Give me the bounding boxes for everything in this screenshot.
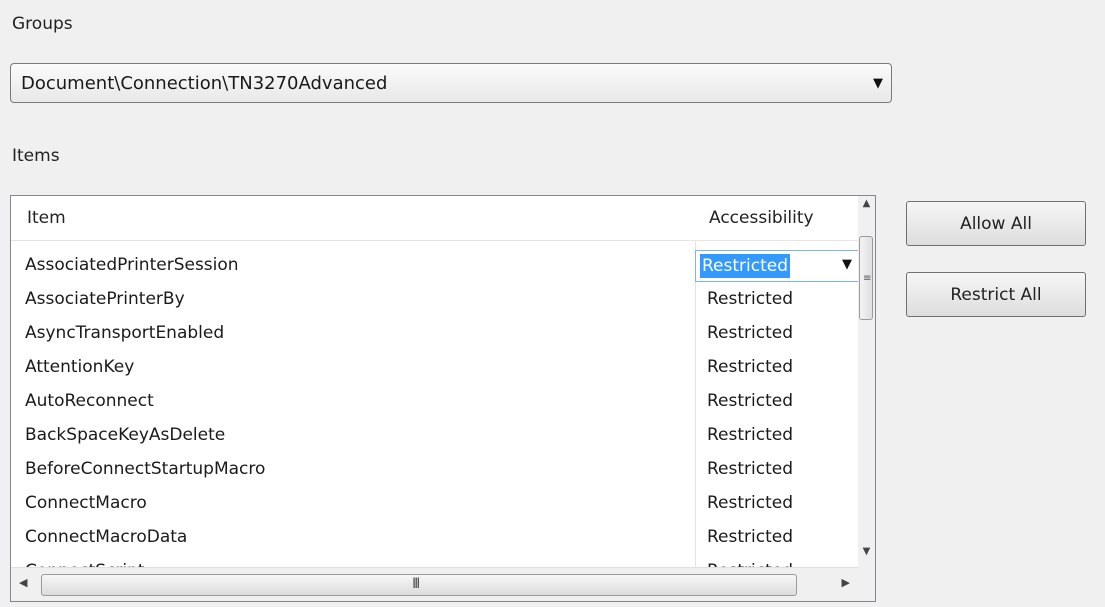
dropdown-arrow-icon[interactable]: ▼ [842,257,852,272]
groups-dropdown-value: Document\Connection\TN3270Advanced [21,72,388,94]
item-name-cell[interactable]: AssociatePrinterBy [25,282,185,316]
item-name-cell[interactable]: ConnectMacroData [25,520,187,554]
table-row[interactable]: AttentionKey Restricted [11,350,858,384]
accessibility-cell[interactable]: Restricted [707,452,793,486]
table-row[interactable]: BeforeConnectStartupMacro Restricted [11,452,858,486]
groups-dropdown[interactable]: Document\Connection\TN3270Advanced ▼ [10,63,892,103]
scrollbar-corner [858,567,875,601]
table-row[interactable]: BackSpaceKeyAsDelete Restricted [11,418,858,452]
accessibility-editor[interactable]: Restricted ▼ [695,250,861,282]
table-row[interactable]: ConnectMacroData Restricted [11,520,858,554]
item-name-cell[interactable]: ConnectMacro [25,486,147,520]
items-grid[interactable]: Item Accessibility AssociatedPrinterSess… [10,195,876,602]
allow-all-button[interactable]: Allow All [906,201,1086,246]
vertical-scrollbar[interactable]: ▲ ≡ ▼ [858,196,875,567]
accessibility-cell[interactable]: Restricted [707,520,793,554]
accessibility-cell[interactable]: Restricted [707,282,793,316]
grip-icon: III [412,576,421,592]
dropdown-arrow-icon[interactable]: ▼ [865,76,891,91]
items-label: Items [12,146,60,166]
horizontal-scroll-thumb[interactable]: III [41,574,797,596]
item-name-cell[interactable]: AssociatedPrinterSession [25,248,239,282]
horizontal-scrollbar[interactable]: ◀ III ▶ [11,567,858,601]
accessibility-cell[interactable]: Restricted [707,418,793,452]
accessibility-cell[interactable]: Restricted [707,316,793,350]
groups-label: Groups [12,14,73,34]
item-name-cell[interactable]: BackSpaceKeyAsDelete [25,418,225,452]
column-header-item[interactable]: Item [27,196,66,240]
accessibility-cell[interactable]: Restricted [707,384,793,418]
grip-icon: ≡ [863,273,872,284]
accessibility-editor-value[interactable]: Restricted [700,254,791,278]
table-row[interactable]: AssociatePrinterBy Restricted [11,282,858,316]
vertical-scroll-thumb[interactable]: ≡ [859,236,873,320]
restrict-all-button[interactable]: Restrict All [906,272,1086,317]
item-name-cell[interactable]: AttentionKey [25,350,134,384]
table-row[interactable]: ConnectMacro Restricted [11,486,858,520]
accessibility-cell[interactable]: Restricted [707,486,793,520]
grid-header: Item Accessibility [11,196,858,241]
table-row[interactable]: AsyncTransportEnabled Restricted [11,316,858,350]
item-name-cell[interactable]: AsyncTransportEnabled [25,316,224,350]
table-row[interactable]: AutoReconnect Restricted [11,384,858,418]
scroll-left-icon[interactable]: ◀ [19,576,27,589]
accessibility-cell[interactable]: Restricted [707,350,793,384]
item-name-cell[interactable]: AutoReconnect [25,384,154,418]
scroll-up-icon[interactable]: ▲ [858,198,875,209]
scroll-right-icon[interactable]: ▶ [842,576,850,589]
scroll-down-icon[interactable]: ▼ [858,546,875,557]
column-header-accessibility[interactable]: Accessibility [709,196,814,240]
item-name-cell[interactable]: BeforeConnectStartupMacro [25,452,265,486]
